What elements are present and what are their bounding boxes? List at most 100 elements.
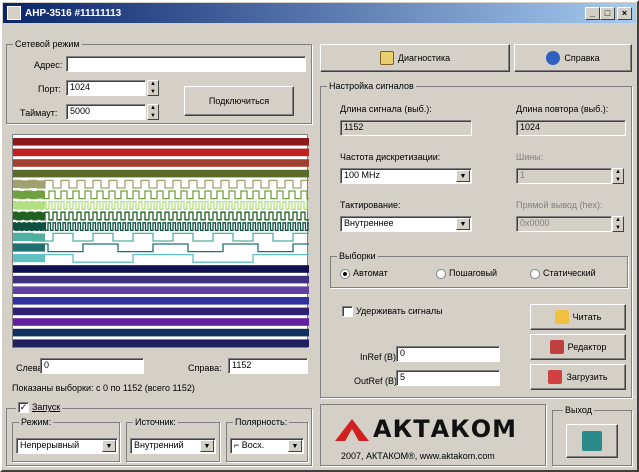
editor-button[interactable]: Редактор — [530, 334, 626, 360]
radio-step[interactable]: Пошаговый — [436, 268, 497, 279]
signal-length-label: Длина сигнала (выб.): — [340, 104, 432, 114]
diagnostics-label: Диагностика — [397, 53, 451, 63]
outref-input[interactable]: 5 — [396, 370, 500, 386]
network-group-label: Сетевой режим — [13, 39, 82, 49]
hold-signals-label: Удерживать сигналы — [356, 306, 443, 316]
exit-icon — [582, 431, 602, 451]
chevron-down-icon: ▼ — [288, 440, 302, 452]
channel-15 — [13, 297, 309, 305]
brand-panel: АКТАКОМ 2007, АКТАКОМ®, www.aktakom.com — [320, 404, 546, 466]
inref-input[interactable]: 0 — [396, 346, 500, 362]
channel-marker-7 — [13, 212, 45, 220]
radio-static[interactable]: Статический — [530, 268, 596, 279]
buses-spinner: ▲ ▼ — [612, 168, 624, 184]
channel-8 — [13, 222, 309, 232]
connect-button[interactable]: Подключиться — [184, 86, 294, 116]
launch-checkbox[interactable]: ✓ Запуск — [16, 402, 63, 414]
port-label: Порт: — [38, 84, 61, 94]
channel-11 — [13, 253, 309, 263]
timeout-spinner[interactable]: ▲ ▼ — [147, 104, 159, 120]
read-button[interactable]: Читать — [530, 304, 626, 330]
exit-button[interactable] — [566, 424, 618, 458]
outref-label: OutRef (В): — [354, 376, 400, 386]
channel-marker-10 — [13, 244, 45, 252]
right-input[interactable]: 1152 — [228, 358, 308, 374]
mode-label: Режим: — [19, 417, 54, 427]
inref-label: InRef (В): — [360, 352, 399, 362]
source-select[interactable]: Внутренний ▼ — [130, 438, 216, 454]
channel-4 — [13, 179, 309, 189]
clocking-select[interactable]: Внутреннее ▼ — [340, 216, 472, 232]
read-label: Читать — [572, 312, 602, 322]
left-input[interactable]: 0 — [40, 358, 144, 374]
radio-step-label: Пошаговый — [449, 268, 498, 278]
samples-label: Выборки — [337, 251, 378, 261]
minimize-button[interactable]: _ — [585, 7, 600, 20]
channel-marker-11 — [13, 254, 45, 263]
load-icon — [548, 370, 563, 384]
radio-auto[interactable]: Автомат — [340, 268, 388, 279]
maximize-button[interactable]: □ — [600, 7, 615, 20]
sample-rate-select[interactable]: 100 MHz ▼ — [340, 168, 472, 184]
chevron-down-icon: ▼ — [200, 440, 214, 452]
sample-rate-value: 100 MHz — [344, 170, 381, 180]
diagnostics-button[interactable]: Диагностика — [320, 44, 510, 72]
sample-rate-label: Частота дискретизации: — [340, 152, 441, 162]
exit-label: Выход — [563, 405, 594, 415]
source-label: Источник: — [133, 417, 178, 427]
channel-10 — [13, 243, 309, 253]
channel-2 — [13, 159, 309, 167]
load-button[interactable]: Загрузить — [530, 364, 626, 390]
buses-label: Шины: — [516, 152, 544, 162]
channel-3 — [13, 169, 309, 178]
editor-icon — [549, 340, 564, 354]
channel-12 — [13, 265, 309, 273]
channel-17 — [13, 318, 309, 326]
direct-output-spinner: ▲ ▼ — [612, 216, 624, 232]
address-label: Адрес: — [34, 60, 63, 70]
launch-label: Запуск — [32, 402, 61, 412]
waveform-display[interactable] — [12, 134, 309, 348]
channel-9 — [13, 232, 309, 242]
help-button[interactable]: Справка — [514, 44, 632, 72]
address-input[interactable] — [66, 56, 306, 72]
timeout-input[interactable]: 5000 — [66, 104, 146, 120]
channel-marker-5 — [13, 191, 45, 199]
mode-select[interactable]: Непрерывный ▼ — [16, 438, 118, 454]
chevron-down-icon: ▼ — [456, 170, 470, 182]
port-spinner[interactable]: ▲ ▼ — [147, 80, 159, 96]
chevron-down-icon: ▼ — [102, 440, 116, 452]
clocking-label: Тактирование: — [340, 200, 401, 210]
editor-label: Редактор — [567, 342, 607, 352]
aktakom-logo-text: АКТАКОМ — [373, 415, 518, 443]
channel-19 — [13, 339, 309, 347]
signal-settings-label: Настройка сигналов — [327, 81, 416, 91]
read-icon — [554, 310, 569, 324]
polarity-select[interactable]: ⌐ Восх. ▼ — [230, 438, 304, 454]
diagnostics-icon — [379, 51, 394, 65]
channel-marker-9 — [13, 233, 45, 241]
radio-static-label: Статический — [543, 268, 596, 278]
title-bar[interactable]: АНР-3516 #11111113 _ □ × — [3, 3, 636, 23]
hold-signals-checkbox[interactable]: Удерживать сигналы — [342, 306, 443, 318]
channel-6 — [13, 200, 309, 210]
waveform-canvas — [13, 138, 309, 347]
channel-1 — [13, 148, 309, 157]
channel-18 — [13, 328, 309, 337]
load-label: Загрузить — [566, 372, 608, 382]
signal-length-field: 1152 — [340, 120, 472, 136]
chevron-down-icon: ▼ — [456, 218, 470, 230]
window-title: АНР-3516 #11111113 — [25, 7, 122, 19]
repeat-length-field: 1024 — [516, 120, 626, 136]
copyright-text: 2007, АКТАКОМ®, www.aktakom.com — [341, 451, 495, 461]
radio-auto-label: Автомат — [353, 268, 388, 278]
channel-marker-6 — [13, 201, 45, 210]
channel-7 — [13, 211, 309, 221]
samples-status: Показаны выборки: с 0 по 1152 (всего 115… — [12, 383, 195, 393]
close-button[interactable]: × — [617, 7, 632, 20]
channel-marker-8 — [13, 222, 45, 231]
repeat-length-label: Длина повтора (выб.): — [516, 104, 609, 114]
channel-14 — [13, 286, 309, 294]
timeout-label: Таймаут: — [20, 108, 58, 118]
port-input[interactable]: 1024 — [66, 80, 146, 96]
